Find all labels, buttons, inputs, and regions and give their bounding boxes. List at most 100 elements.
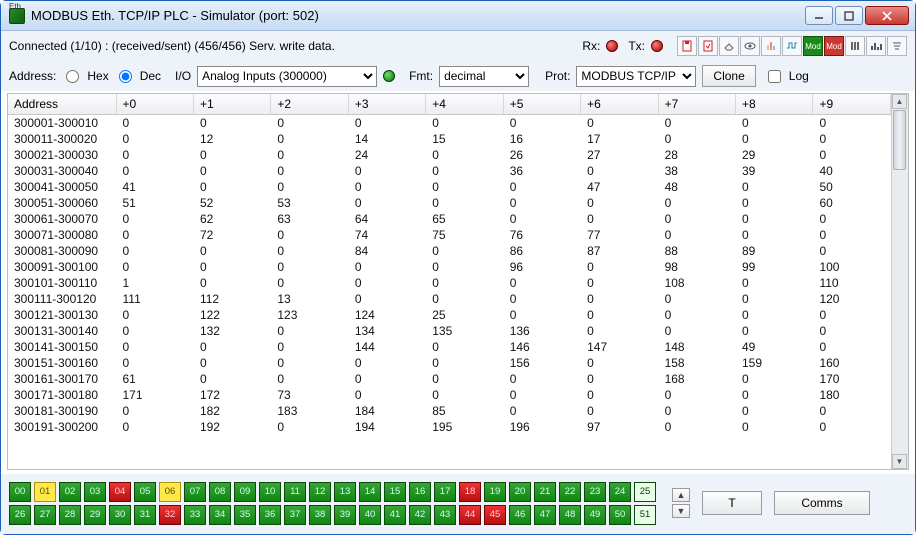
column-header[interactable]: +1 <box>193 94 270 115</box>
value-cell[interactable]: 0 <box>426 243 503 259</box>
value-cell[interactable]: 0 <box>116 131 193 147</box>
value-cell[interactable]: 0 <box>426 163 503 179</box>
value-cell[interactable]: 49 <box>736 339 813 355</box>
value-cell[interactable]: 88 <box>658 243 735 259</box>
value-cell[interactable]: 0 <box>271 419 348 435</box>
value-cell[interactable]: 0 <box>116 227 193 243</box>
value-cell[interactable]: 1 <box>116 275 193 291</box>
value-cell[interactable]: 110 <box>813 275 891 291</box>
column-header[interactable]: Address <box>8 94 116 115</box>
prot-select[interactable]: MODBUS TCP/IP <box>576 66 696 87</box>
value-cell[interactable]: 192 <box>193 419 270 435</box>
value-cell[interactable]: 0 <box>193 243 270 259</box>
value-cell[interactable]: 16 <box>503 131 580 147</box>
value-cell[interactable]: 38 <box>658 163 735 179</box>
value-cell[interactable]: 0 <box>736 387 813 403</box>
value-cell[interactable]: 0 <box>116 259 193 275</box>
value-cell[interactable]: 0 <box>736 291 813 307</box>
station-cell[interactable]: 17 <box>434 482 456 502</box>
station-cell[interactable]: 08 <box>209 482 231 502</box>
comms-button[interactable]: Comms <box>774 491 870 515</box>
value-cell[interactable]: 60 <box>813 195 891 211</box>
value-cell[interactable]: 64 <box>348 211 425 227</box>
value-cell[interactable]: 0 <box>193 371 270 387</box>
value-cell[interactable]: 184 <box>348 403 425 419</box>
value-cell[interactable]: 0 <box>348 371 425 387</box>
value-cell[interactable]: 0 <box>813 243 891 259</box>
value-cell[interactable]: 52 <box>193 195 270 211</box>
station-cell[interactable]: 34 <box>209 505 231 525</box>
column-header[interactable]: +2 <box>271 94 348 115</box>
value-cell[interactable]: 86 <box>503 243 580 259</box>
value-cell[interactable]: 0 <box>813 339 891 355</box>
station-cell[interactable]: 37 <box>284 505 306 525</box>
station-cell[interactable]: 49 <box>584 505 606 525</box>
value-cell[interactable]: 0 <box>426 371 503 387</box>
station-cell[interactable]: 20 <box>509 482 531 502</box>
station-cell[interactable]: 29 <box>84 505 106 525</box>
value-cell[interactable]: 0 <box>813 147 891 163</box>
station-cell[interactable]: 38 <box>309 505 331 525</box>
station-cell[interactable]: 21 <box>534 482 556 502</box>
value-cell[interactable]: 108 <box>658 275 735 291</box>
value-cell[interactable]: 0 <box>503 307 580 323</box>
value-cell[interactable]: 0 <box>348 179 425 195</box>
value-cell[interactable]: 0 <box>736 419 813 435</box>
value-cell[interactable]: 0 <box>581 355 658 371</box>
table-row[interactable]: 300151-300160000001560158159160 <box>8 355 891 371</box>
value-cell[interactable]: 62 <box>193 211 270 227</box>
value-cell[interactable]: 0 <box>658 291 735 307</box>
station-cell[interactable]: 07 <box>184 482 206 502</box>
value-cell[interactable]: 65 <box>426 211 503 227</box>
mod-stop-icon[interactable]: Mod <box>824 36 844 56</box>
value-cell[interactable]: 13 <box>271 291 348 307</box>
column-header[interactable]: +8 <box>736 94 813 115</box>
value-cell[interactable]: 0 <box>116 147 193 163</box>
value-cell[interactable]: 144 <box>348 339 425 355</box>
value-cell[interactable]: 0 <box>348 291 425 307</box>
value-cell[interactable]: 0 <box>581 371 658 387</box>
value-cell[interactable]: 0 <box>271 355 348 371</box>
value-cell[interactable]: 0 <box>736 371 813 387</box>
value-cell[interactable]: 0 <box>581 211 658 227</box>
station-cell[interactable]: 13 <box>334 482 356 502</box>
value-cell[interactable]: 0 <box>736 115 813 132</box>
value-cell[interactable]: 36 <box>503 163 580 179</box>
value-cell[interactable]: 0 <box>658 323 735 339</box>
value-cell[interactable]: 156 <box>503 355 580 371</box>
value-cell[interactable]: 0 <box>658 131 735 147</box>
value-cell[interactable]: 0 <box>348 163 425 179</box>
value-cell[interactable]: 0 <box>116 323 193 339</box>
station-cell[interactable]: 42 <box>409 505 431 525</box>
vertical-scrollbar[interactable]: ▲ ▼ <box>891 94 908 469</box>
value-cell[interactable]: 0 <box>813 115 891 132</box>
value-cell[interactable]: 0 <box>426 275 503 291</box>
data-grid[interactable]: Address+0+1+2+3+4+5+6+7+8+9 300001-30001… <box>8 94 891 469</box>
value-cell[interactable]: 132 <box>193 323 270 339</box>
value-cell[interactable]: 195 <box>426 419 503 435</box>
value-cell[interactable]: 29 <box>736 147 813 163</box>
station-cell[interactable]: 48 <box>559 505 581 525</box>
table-row[interactable]: 300021-300030000240262728290 <box>8 147 891 163</box>
station-cell[interactable]: 30 <box>109 505 131 525</box>
table-row[interactable]: 300061-30007006263646500000 <box>8 211 891 227</box>
value-cell[interactable]: 168 <box>658 371 735 387</box>
station-cell[interactable]: 05 <box>134 482 156 502</box>
value-cell[interactable]: 0 <box>116 403 193 419</box>
station-cell[interactable]: 22 <box>559 482 581 502</box>
table-row[interactable]: 300041-30005041000004748050 <box>8 179 891 195</box>
value-cell[interactable]: 0 <box>193 163 270 179</box>
column-header[interactable]: +5 <box>503 94 580 115</box>
value-cell[interactable]: 0 <box>503 211 580 227</box>
station-cell[interactable]: 47 <box>534 505 556 525</box>
value-cell[interactable]: 0 <box>426 259 503 275</box>
value-cell[interactable]: 0 <box>116 115 193 132</box>
value-cell[interactable]: 0 <box>348 387 425 403</box>
table-row[interactable]: 300031-30004000000360383940 <box>8 163 891 179</box>
value-cell[interactable]: 0 <box>426 291 503 307</box>
value-cell[interactable]: 75 <box>426 227 503 243</box>
value-cell[interactable]: 0 <box>193 259 270 275</box>
station-cell[interactable]: 41 <box>384 505 406 525</box>
table-row[interactable]: 300181-30019001821831848500000 <box>8 403 891 419</box>
column-header[interactable]: +9 <box>813 94 891 115</box>
